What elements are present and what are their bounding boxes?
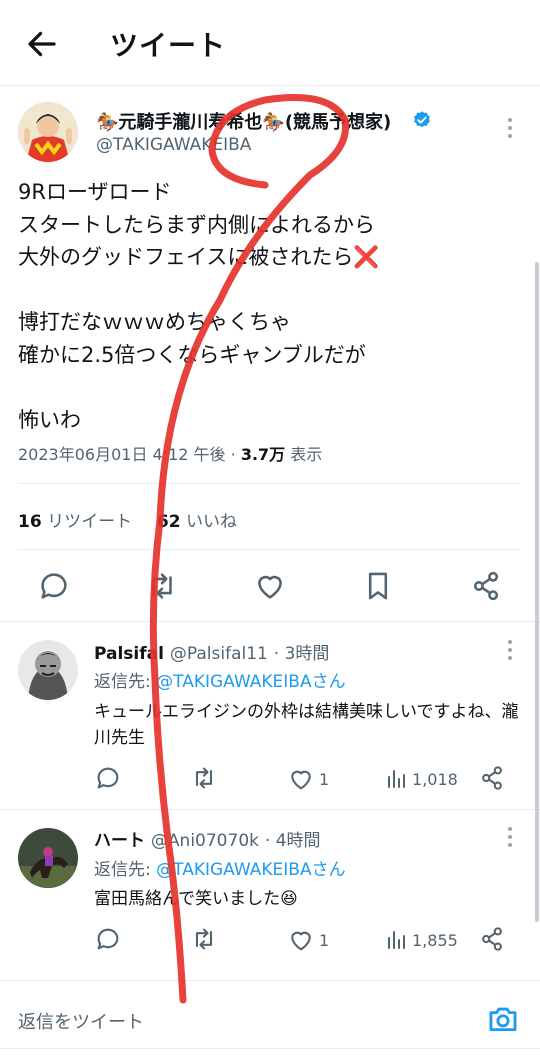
- reply-time[interactable]: · 4時間: [265, 831, 321, 851]
- like-count: 1: [319, 930, 330, 950]
- page-title: ツイート: [110, 29, 227, 62]
- more-options-icon[interactable]: [508, 640, 514, 662]
- views-button[interactable]: 1,855: [384, 925, 458, 955]
- retweets-stat[interactable]: 16 リツイート: [18, 512, 132, 532]
- like-button[interactable]: 1: [287, 925, 329, 955]
- arrow-left-icon[interactable]: [24, 26, 60, 62]
- reply-to-line: 返信先: @TAKIGAWAKEIBAさん: [94, 860, 346, 880]
- divider: [0, 809, 540, 810]
- divider: [0, 980, 540, 981]
- heart-icon[interactable]: [253, 569, 287, 603]
- share-icon[interactable]: [469, 569, 503, 603]
- reply-avatar[interactable]: [18, 828, 78, 888]
- views-button[interactable]: 1,018: [384, 764, 458, 794]
- reply-text: 富田馬絡んで笑いました😆: [94, 889, 298, 909]
- author-handle[interactable]: @TAKIGAWAKEIBA: [96, 135, 251, 155]
- avatar-image: [18, 102, 78, 162]
- reply-to-line: 返信先: @TAKIGAWAKEIBAさん: [94, 672, 346, 692]
- reply-compose-input[interactable]: 返信をツイート: [18, 1008, 144, 1034]
- view-count: 1,855: [412, 930, 458, 950]
- retweet-icon[interactable]: [190, 925, 218, 953]
- reply-text: キュールエライジンの外枠は結構美味しいですよね、瀧川先生: [94, 702, 519, 748]
- bar-chart-icon: [388, 931, 405, 949]
- likes-stat[interactable]: 62 いいね: [157, 512, 237, 532]
- engagement-stats: 16 リツイート 62 いいね: [18, 507, 237, 532]
- tweet-date[interactable]: 2023年06月01日 4:12 午後: [18, 445, 226, 464]
- heart-icon: [291, 770, 311, 790]
- share-icon[interactable]: [478, 925, 506, 953]
- more-options-icon[interactable]: [508, 118, 514, 140]
- top-bar: ツイート: [0, 0, 540, 86]
- like-count: 1: [319, 769, 330, 789]
- mention-link[interactable]: @TAKIGAWAKEIBAさん: [156, 860, 345, 880]
- mention-link[interactable]: @TAKIGAWAKEIBAさん: [156, 672, 345, 692]
- bar-chart-icon: [388, 770, 405, 788]
- avatar-image: [18, 640, 78, 700]
- camera-icon[interactable]: [486, 1002, 520, 1036]
- bookmark-icon[interactable]: [361, 569, 395, 603]
- divider: [0, 621, 540, 622]
- views-label: 表示: [290, 445, 323, 464]
- comment-icon[interactable]: [94, 764, 122, 792]
- reply-handle[interactable]: @Ani07070k: [151, 831, 259, 851]
- more-options-icon[interactable]: [508, 827, 514, 849]
- comment-icon[interactable]: [94, 925, 122, 953]
- reply-author[interactable]: ハート @Ani07070k · 4時間: [94, 826, 321, 851]
- share-icon[interactable]: [478, 764, 506, 792]
- retweet-icon[interactable]: [145, 569, 179, 603]
- divider: [0, 1048, 540, 1049]
- author-name[interactable]: 🏇元騎手瀧川寿希也🏇(競馬予想家): [96, 108, 391, 134]
- heart-icon: [291, 931, 311, 951]
- tweet-meta: 2023年06月01日 4:12 午後 · 3.7万 表示: [18, 445, 323, 464]
- reply-avatar[interactable]: [18, 640, 78, 700]
- verified-badge-icon: [414, 111, 430, 128]
- reply-author[interactable]: Palsifal @Palsifal11 · 3時間: [94, 639, 329, 664]
- divider: [18, 483, 520, 484]
- scrollbar[interactable]: [535, 262, 539, 922]
- retweet-icon[interactable]: [190, 764, 218, 792]
- comment-icon[interactable]: [37, 569, 71, 603]
- reply-handle[interactable]: @Palsifal11: [170, 644, 268, 664]
- tweet-text: 9Rローザロード スタートしたらまず内側によれるから 大外のグッドフェイスに被さ…: [18, 180, 380, 432]
- views-count: 3.7万: [240, 445, 286, 464]
- view-count: 1,018: [412, 769, 458, 789]
- divider: [18, 549, 520, 550]
- author-avatar[interactable]: [18, 102, 78, 162]
- like-button[interactable]: 1: [287, 764, 329, 794]
- reply-time[interactable]: · 3時間: [274, 644, 330, 664]
- avatar-image: [18, 828, 78, 888]
